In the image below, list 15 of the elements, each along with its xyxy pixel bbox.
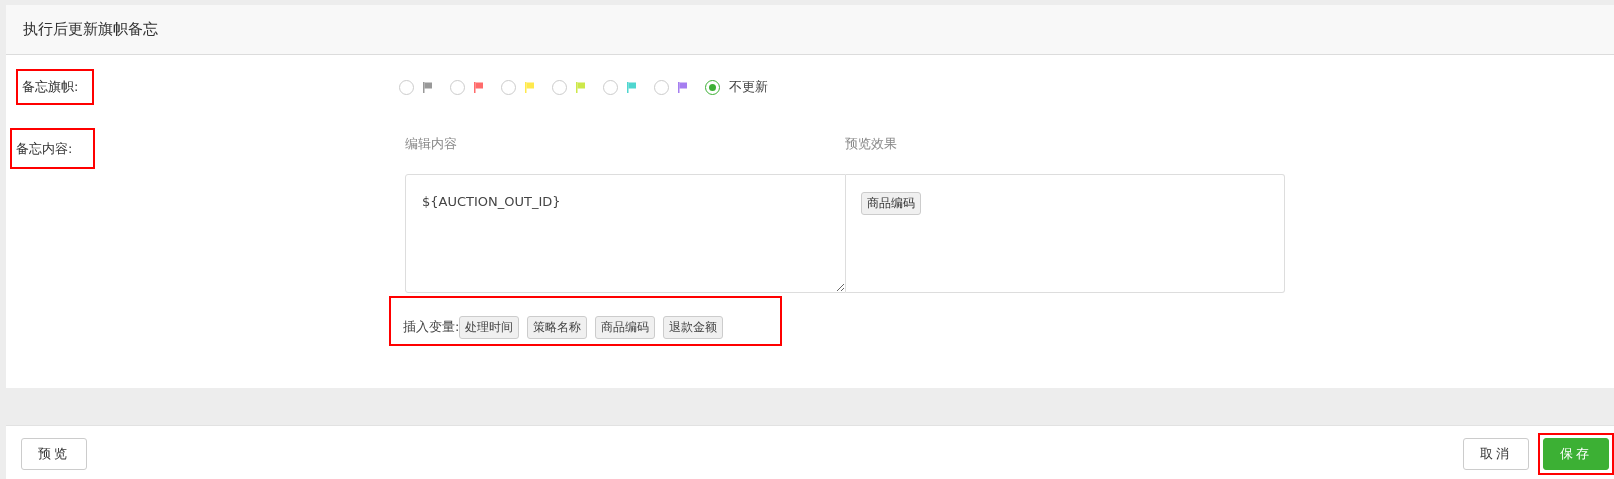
preview-button[interactable]: 预览	[21, 437, 87, 470]
column-heading: 预览效果	[845, 135, 897, 153]
field-label: 备忘旗帜:	[16, 69, 94, 105]
cancel-button[interactable]: 取消	[1463, 437, 1529, 470]
variable-tag: 商品编码	[861, 192, 921, 215]
option-label: 不更新	[729, 78, 768, 96]
insert-label: 插入变量:	[403, 318, 460, 336]
variable-button[interactable]: 退款金额	[663, 315, 724, 339]
text-area[interactable]: ${AUCTION_OUT_ID}	[405, 174, 846, 293]
variable-button[interactable]: 商品编码	[595, 315, 656, 339]
column-heading: 编辑内容	[405, 136, 457, 151]
field-label: 备忘内容:	[10, 128, 95, 169]
variable-button[interactable]: 策略名称	[527, 315, 588, 339]
variable-button[interactable]: 处理时间	[459, 315, 520, 339]
panel-title: 执行后更新旗帜备忘	[6, 5, 1614, 55]
